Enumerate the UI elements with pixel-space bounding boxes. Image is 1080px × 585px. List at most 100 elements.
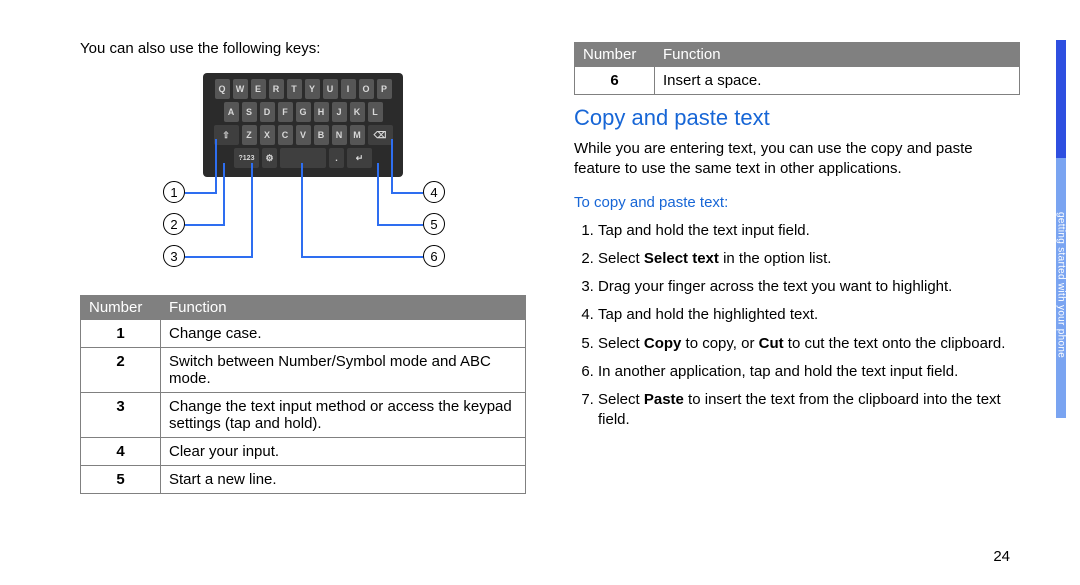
list-item: Select Select text in the option list. [598, 249, 1020, 269]
callout-line [185, 224, 223, 226]
key: M [350, 125, 365, 145]
key: Z [242, 125, 257, 145]
cell-number: 4 [81, 438, 161, 466]
key: Y [305, 79, 320, 99]
shift-key: ⇧ [214, 125, 239, 145]
callout-line [223, 163, 225, 226]
steps-list: Tap and hold the text input field. Selec… [574, 221, 1020, 431]
two-column-layout: You can also use the following keys: Q W… [80, 40, 1020, 494]
subsection-heading: To copy and paste text: [574, 194, 1020, 211]
list-item: Select Copy to copy, or Cut to cut the t… [598, 334, 1020, 354]
callout-line [391, 192, 423, 194]
callout-line [377, 163, 379, 226]
key: S [242, 102, 257, 122]
cell-function: Clear your input. [161, 438, 526, 466]
left-column: You can also use the following keys: Q W… [80, 40, 526, 494]
settings-key: ⚙ [262, 148, 277, 168]
cell-function: Change case. [161, 320, 526, 348]
step-text: Select [598, 335, 644, 352]
callout-circle: 2 [163, 213, 185, 235]
return-key: ↵ [347, 148, 372, 168]
key: Q [215, 79, 230, 99]
step-text: to cut the text onto the clipboard. [784, 335, 1006, 352]
key: P [377, 79, 392, 99]
function-table-left: Number Function 1Change case. 2Switch be… [80, 295, 526, 494]
cell-function: Insert a space. [655, 67, 1020, 95]
key: K [350, 102, 365, 122]
cell-number: 2 [81, 348, 161, 393]
key: W [233, 79, 248, 99]
manual-page: You can also use the following keys: Q W… [0, 0, 1080, 585]
step-text: Select [598, 391, 644, 408]
backspace-key: ⌫ [368, 125, 393, 145]
callout-circle: 4 [423, 181, 445, 203]
side-tab-label: getting started with your phone [1056, 160, 1066, 410]
mode-switch-key: ?123 [234, 148, 259, 168]
callout-line [301, 256, 423, 258]
function-table-right: Number Function 6Insert a space. [574, 42, 1020, 95]
key: D [260, 102, 275, 122]
key: J [332, 102, 347, 122]
table-row: 6Insert a space. [575, 67, 1020, 95]
key: V [296, 125, 311, 145]
key: E [251, 79, 266, 99]
key: H [314, 102, 329, 122]
page-number: 24 [993, 548, 1010, 565]
key: B [314, 125, 329, 145]
key: X [260, 125, 275, 145]
keyboard-row: A S D F G H J K L [207, 102, 399, 122]
list-item: In another application, tap and hold the… [598, 362, 1020, 382]
period-key: . [329, 148, 344, 168]
cell-function: Start a new line. [161, 466, 526, 494]
spacebar-key [280, 148, 326, 168]
key: U [323, 79, 338, 99]
callout-line [377, 224, 423, 226]
table-header-row: Number Function [575, 43, 1020, 67]
table-row: 3Change the text input method or access … [81, 393, 526, 438]
table-row: 4Clear your input. [81, 438, 526, 466]
virtual-keyboard: Q W E R T Y U I O P A S D [203, 73, 403, 177]
callout-line [185, 192, 215, 194]
step-text: to copy, or [681, 335, 758, 352]
key: R [269, 79, 284, 99]
list-item: Tap and hold the highlighted text. [598, 305, 1020, 325]
cell-function: Switch between Number/Symbol mode and AB… [161, 348, 526, 393]
right-column: Number Function 6Insert a space. Copy an… [574, 40, 1020, 494]
cell-number: 5 [81, 466, 161, 494]
callout-circle: 3 [163, 245, 185, 267]
intro-text: You can also use the following keys: [80, 40, 526, 57]
step-text: Drag your finger across the text you wan… [598, 278, 952, 295]
key: N [332, 125, 347, 145]
step-text: In another application, tap and hold the… [598, 363, 958, 380]
step-bold: Cut [759, 335, 784, 352]
callout-circle: 5 [423, 213, 445, 235]
key: C [278, 125, 293, 145]
callout-line [301, 163, 303, 258]
step-text: in the option list. [719, 250, 832, 267]
callout-line [215, 139, 217, 194]
callout-circle: 6 [423, 245, 445, 267]
step-bold: Paste [644, 391, 684, 408]
list-item: Select Paste to insert the text from the… [598, 390, 1020, 431]
key: A [224, 102, 239, 122]
key: I [341, 79, 356, 99]
section-paragraph: While you are entering text, you can use… [574, 139, 1020, 180]
table-header-function: Function [161, 296, 526, 320]
step-bold: Select text [644, 250, 719, 267]
table-row: 2Switch between Number/Symbol mode and A… [81, 348, 526, 393]
keyboard-row: Q W E R T Y U I O P [207, 79, 399, 99]
table-header-number: Number [81, 296, 161, 320]
callout-line [391, 139, 393, 194]
step-text: Tap and hold the text input field. [598, 222, 810, 239]
key: L [368, 102, 383, 122]
key: O [359, 79, 374, 99]
callout-circle: 1 [163, 181, 185, 203]
side-tab-segment [1056, 40, 1066, 158]
table-header-number: Number [575, 43, 655, 67]
key: F [278, 102, 293, 122]
side-tab: getting started with your phone [1048, 0, 1066, 585]
step-text: Tap and hold the highlighted text. [598, 306, 818, 323]
list-item: Tap and hold the text input field. [598, 221, 1020, 241]
callout-line [251, 163, 253, 258]
cell-number: 6 [575, 67, 655, 95]
